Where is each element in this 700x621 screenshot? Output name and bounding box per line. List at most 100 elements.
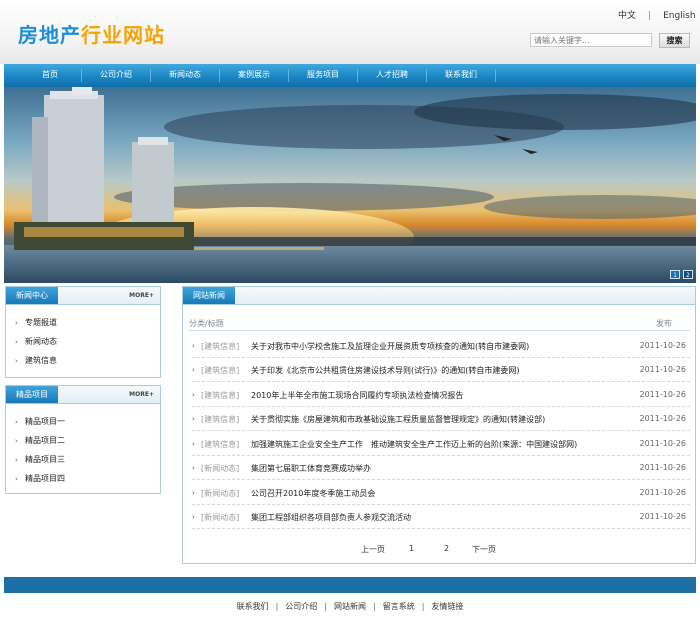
news-header-divider	[189, 330, 690, 331]
banner-scene-image	[4, 87, 696, 283]
news-center-item[interactable]: › 专题报道	[15, 317, 57, 328]
news-title-link[interactable]: 2010年上半年全市施工现场合同履约专项执法检查情况报告	[251, 390, 463, 401]
news-title-link[interactable]: 关于印发《北京市公共租赁住房建设技术导则(试行)》的通知(转自市建委网)	[251, 365, 519, 376]
news-row[interactable]: › [建筑信息] 2010年上半年全市施工现场合同履约专项执法检查情况报告 20…	[192, 386, 690, 407]
nav-home[interactable]: 首页	[19, 64, 81, 87]
news-title-link[interactable]: 集团第七届职工体育竞赛成功举办	[251, 463, 371, 474]
product-item[interactable]: › 精品项目四	[15, 473, 65, 484]
news-row[interactable]: › [建筑信息] 关于贯彻实施《房屋建筑和市政基础设施工程质量监督管理规定》的通…	[192, 410, 690, 431]
nav-contact[interactable]: 联系我们	[427, 64, 495, 87]
news-category: [新闻动态]	[201, 489, 240, 498]
products-title: 精品项目	[6, 386, 58, 403]
arrow-right-icon: ›	[192, 489, 195, 497]
news-row[interactable]: › [新闻动态] 集团第七届职工体育竞赛成功举办 2011-10-26	[192, 459, 690, 480]
product-item[interactable]: › 精品项目一	[15, 416, 65, 427]
logo-text-2: 行业网站	[81, 23, 165, 47]
news-category: [建筑信息]	[201, 342, 240, 351]
arrow-right-icon: ›	[15, 418, 18, 426]
news-center-header: 新闻中心 MORE+	[6, 287, 160, 305]
product-item[interactable]: › 精品项目二	[15, 435, 65, 446]
news-column-category: 分类/标题	[189, 319, 224, 328]
nav-jobs[interactable]: 人才招聘	[358, 64, 426, 87]
news-category: [建筑信息]	[201, 440, 240, 449]
nav-services[interactable]: 服务项目	[289, 64, 357, 87]
arrow-right-icon: ›	[15, 437, 18, 445]
news-date: 2011-10-26	[639, 512, 687, 521]
arrow-right-icon: ›	[192, 366, 195, 374]
products-panel: 精品项目 MORE+ › 精品项目一 › 精品项目二 › 精品项目三 › 精品项目四	[5, 385, 161, 494]
footer-link-news[interactable]: 网站新闻	[334, 602, 366, 611]
lang-chinese-link[interactable]: 中文	[618, 8, 636, 21]
banner-slide-2-button[interactable]: 2	[683, 270, 693, 279]
site-news-header: 网站新闻	[183, 287, 695, 305]
site-news-title: 网站新闻	[183, 287, 235, 304]
news-title-link[interactable]: 加强建筑施工企业安全生产工作 推动建筑安全生产工作迈上新的台阶(来源：中国建设部…	[251, 439, 577, 450]
news-date: 2011-10-26	[639, 463, 687, 472]
search-input[interactable]	[530, 33, 652, 47]
pager-prev-link[interactable]: 上一页	[361, 544, 385, 555]
arrow-right-icon: ›	[192, 440, 195, 448]
products-more-link[interactable]: MORE+	[129, 391, 154, 398]
pager-next-link[interactable]: 下一页	[472, 544, 496, 555]
arrow-right-icon: ›	[192, 464, 195, 472]
news-date: 2011-10-26	[639, 439, 687, 448]
news-center-title: 新闻中心	[6, 287, 58, 304]
lang-separator: |	[648, 11, 652, 21]
footer-link-about[interactable]: 公司介绍	[285, 602, 317, 611]
products-header: 精品项目 MORE+	[6, 386, 160, 404]
arrow-right-icon: ›	[192, 513, 195, 521]
arrow-right-icon: ›	[15, 456, 18, 464]
pager-page-2[interactable]: 2	[444, 544, 449, 553]
news-center-item[interactable]: › 新闻动态	[15, 336, 57, 347]
pager-page-1[interactable]: 1	[409, 544, 414, 553]
nav-about[interactable]: 公司介绍	[82, 64, 150, 87]
nav-news[interactable]: 新闻动态	[151, 64, 219, 87]
arrow-right-icon: ›	[15, 475, 18, 483]
news-title-link[interactable]: 关于贯彻实施《房屋建筑和市政基础设施工程质量监督管理规定》的通知(转建设部)	[251, 414, 545, 425]
news-date: 2011-10-26	[639, 414, 687, 423]
product-item[interactable]: › 精品项目三	[15, 454, 65, 465]
news-category: [新闻动态]	[201, 464, 240, 473]
news-row[interactable]: › [新闻动态] 集团工程部组织各项目部负责人参观交流活动 2011-10-26	[192, 508, 690, 529]
news-category: [新闻动态]	[201, 513, 240, 522]
arrow-right-icon: ›	[192, 415, 195, 423]
footer-bar	[4, 577, 696, 593]
news-center-panel: 新闻中心 MORE+ › 专题报道 › 新闻动态 › 建筑信息	[5, 286, 161, 378]
page-header: 房地产行业网站 中文 | English 搜索	[0, 0, 700, 64]
nav-separator	[495, 69, 496, 82]
arrow-right-icon: ›	[192, 342, 195, 350]
footer-link-contact[interactable]: 联系我们	[237, 602, 269, 611]
news-title-link[interactable]: 关于对我市中小学校舍施工及监理企业开展资质专项核查的通知(转自市建委网)	[251, 341, 529, 352]
news-center-item[interactable]: › 建筑信息	[15, 355, 57, 366]
logo-text-1: 房地产	[18, 23, 81, 47]
news-date: 2011-10-26	[639, 488, 687, 497]
news-date: 2011-10-26	[639, 390, 687, 399]
news-category: [建筑信息]	[201, 415, 240, 424]
main-nav: 首页 公司介绍 新闻动态 案例展示 服务项目 人才招聘 联系我们	[4, 64, 696, 87]
arrow-right-icon: ›	[15, 338, 18, 346]
news-row[interactable]: › [建筑信息] 关于印发《北京市公共租赁住房建设技术导则(试行)》的通知(转自…	[192, 361, 690, 382]
footer-links: 联系我们 | 公司介绍 | 网站新闻 | 留言系统 | 友情链接	[236, 602, 464, 611]
news-center-more-link[interactable]: MORE+	[129, 292, 154, 299]
lang-english-link[interactable]: English	[663, 11, 696, 21]
arrow-right-icon: ›	[15, 357, 18, 365]
arrow-right-icon: ›	[192, 391, 195, 399]
news-row[interactable]: › [建筑信息] 关于对我市中小学校舍施工及监理企业开展资质专项核查的通知(转自…	[192, 337, 690, 358]
language-switcher: 中文 | English	[618, 8, 696, 21]
news-title-link[interactable]: 公司召开2010年度冬季施工动员会	[251, 488, 375, 499]
search-button[interactable]: 搜索	[659, 33, 690, 48]
nav-cases[interactable]: 案例展示	[220, 64, 288, 87]
arrow-right-icon: ›	[15, 319, 18, 327]
hero-banner	[4, 87, 696, 283]
banner-slide-1-button[interactable]: 1	[670, 270, 680, 279]
footer-link-guestbook[interactable]: 留言系统	[383, 602, 415, 611]
news-row[interactable]: › [建筑信息] 加强建筑施工企业安全生产工作 推动建筑安全生产工作迈上新的台阶…	[192, 435, 690, 456]
news-date: 2011-10-26	[639, 365, 687, 374]
news-title-link[interactable]: 集团工程部组织各项目部负责人参观交流活动	[251, 512, 411, 523]
footer-link-friends[interactable]: 友情链接	[431, 602, 463, 611]
news-row[interactable]: › [新闻动态] 公司召开2010年度冬季施工动员会 2011-10-26	[192, 484, 690, 505]
news-category: [建筑信息]	[201, 366, 240, 375]
news-date: 2011-10-26	[639, 341, 687, 350]
news-column-date: 发布	[656, 319, 672, 328]
site-logo[interactable]: 房地产行业网站	[18, 19, 165, 48]
